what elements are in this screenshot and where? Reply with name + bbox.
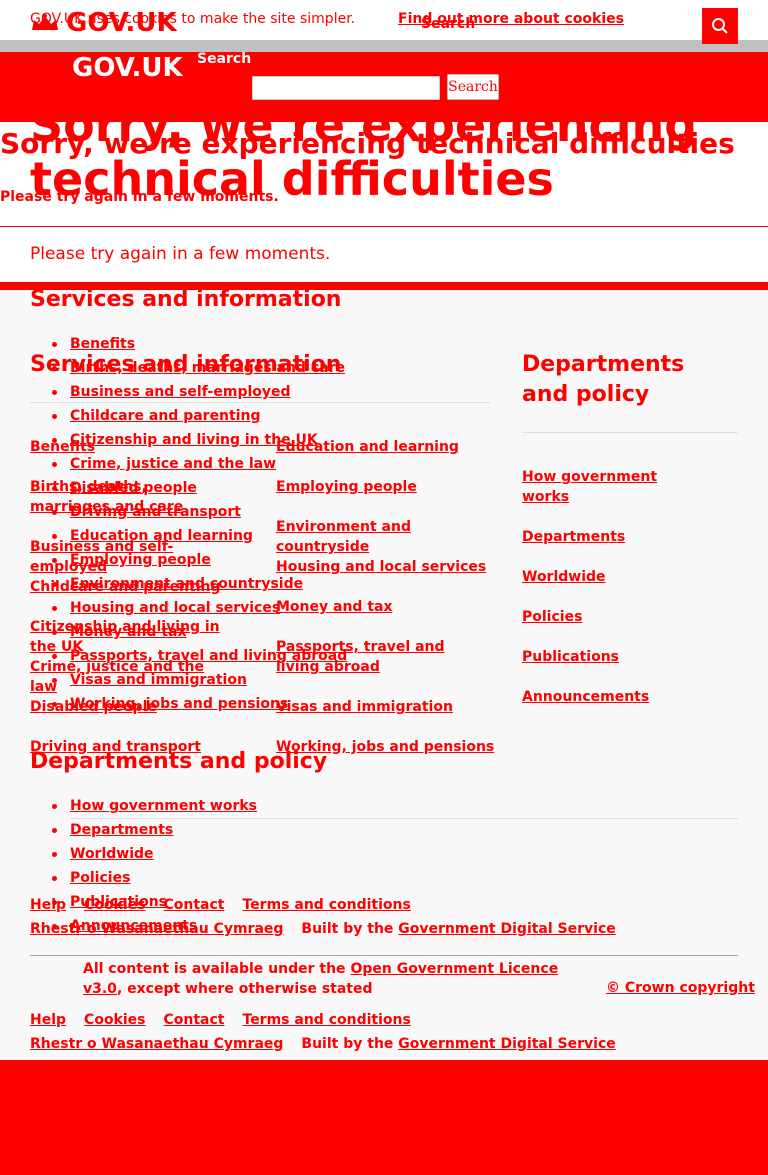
header-search-button[interactable] <box>702 8 738 44</box>
list-item[interactable]: Publications <box>70 892 167 912</box>
list-item[interactable]: Benefits <box>70 334 135 354</box>
terms-link[interactable]: Terms and conditions <box>243 1010 411 1030</box>
cookies-link[interactable]: Cookies <box>84 1010 145 1030</box>
plain-services-list: Benefits Births, deaths, marriages and c… <box>0 334 768 734</box>
list-item[interactable]: Disabled people <box>70 478 197 498</box>
list-item[interactable]: Passports, travel and living abroad <box>70 646 347 666</box>
list-item[interactable]: Housing and local services <box>70 598 280 618</box>
plain-departments-heading: Departments and policy <box>30 749 328 774</box>
plain-search-label: Search <box>197 51 252 67</box>
plain-meta-links: Help Cookies Contact Terms and condition… <box>30 1010 411 1030</box>
list-item[interactable]: Visas and immigration <box>70 670 247 690</box>
plain-services-heading: Services and information <box>30 287 342 312</box>
list-item[interactable]: Crime, justice and the law <box>70 454 276 474</box>
welsh-link[interactable]: Rhestr o Wasanaethau Cymraeg <box>30 1034 283 1054</box>
lead-text: Please try again in a few moments. <box>30 244 331 264</box>
list-item[interactable]: How government works <box>70 796 257 816</box>
gds-link[interactable]: Government Digital Service <box>398 1036 615 1052</box>
list-item[interactable]: Employing people <box>70 550 211 570</box>
list-item[interactable]: Driving and transport <box>70 502 241 522</box>
open-government-licence-icon <box>31 963 70 979</box>
plain-search-button[interactable]: Search <box>447 74 499 100</box>
crown-copyright: © Crown copyright <box>606 978 755 998</box>
list-item[interactable]: Money and tax <box>70 622 187 642</box>
list-item[interactable]: Departments <box>70 820 173 840</box>
list-item[interactable]: Working, jobs and pensions <box>70 694 288 714</box>
plain-logo[interactable]: GOV.UK <box>72 54 183 82</box>
contact-link[interactable]: Contact <box>164 1010 225 1030</box>
plain-search-input[interactable] <box>252 76 440 100</box>
main-divider <box>0 226 768 227</box>
list-item[interactable]: Business and self-employed <box>70 382 291 402</box>
cookie-text: GOV.UK uses cookies to make the site sim… <box>30 11 356 27</box>
list-item[interactable]: Births, deaths, marriages and care <box>70 358 345 378</box>
help-link[interactable]: Help <box>30 1010 66 1030</box>
plain-meta-row-2: Rhestr o Wasanaethau Cymraeg Built by th… <box>30 1034 616 1054</box>
crown-copyright-link[interactable]: © Crown copyright <box>606 980 755 996</box>
cookie-link[interactable]: Find out more about cookies <box>398 10 624 28</box>
plain-lead: Please try again in a few moments. <box>0 189 279 205</box>
list-item[interactable]: Childcare and parenting <box>70 406 261 426</box>
list-item[interactable]: Announcements <box>70 916 197 936</box>
list-item[interactable]: Policies <box>70 868 130 888</box>
header-divider <box>0 40 768 52</box>
divider <box>70 818 738 819</box>
list-item[interactable]: Education and learning <box>70 526 253 546</box>
list-item[interactable]: Citizenship and living in the UK <box>70 430 318 450</box>
search-icon <box>712 18 728 34</box>
footer-rule <box>30 955 738 956</box>
built-by-text: Built by the Government Digital Service <box>301 1036 616 1052</box>
plain-departments-list: How government works Departments Worldwi… <box>0 796 768 946</box>
licence-text: All content is available under the Open … <box>83 961 559 997</box>
list-item[interactable]: Environment and countryside <box>70 574 303 594</box>
list-item[interactable]: Worldwide <box>70 844 154 864</box>
plain-page-title: Sorry, we’re experiencing technical diff… <box>0 127 735 160</box>
